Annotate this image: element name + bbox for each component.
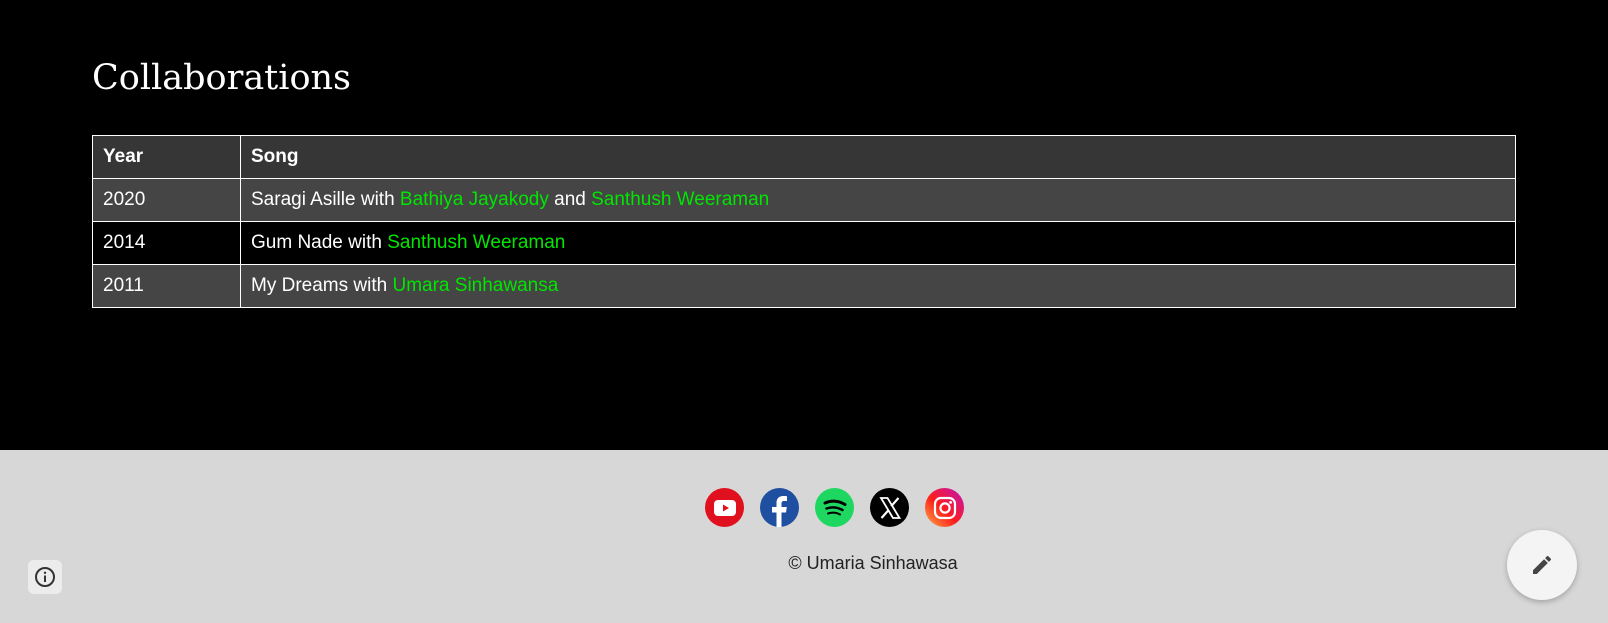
table-row: 2011 My Dreams with Umara Sinhawansa [92, 264, 1516, 308]
facebook-icon[interactable] [760, 488, 799, 527]
info-button[interactable] [28, 560, 62, 594]
with-text: with [355, 189, 400, 210]
song-title: My Dreams [251, 275, 349, 296]
table-header-row: Year Song [92, 135, 1516, 179]
column-header-year: Year [92, 135, 241, 179]
artist-link-santhush-weeraman[interactable]: Santhush Weeraman [387, 232, 565, 253]
song-cell: My Dreams with Umara Sinhawansa [240, 264, 1516, 308]
artist-link-santhush-weeraman[interactable]: Santhush Weeraman [591, 189, 769, 210]
youtube-icon[interactable] [705, 488, 744, 527]
and-text: and [548, 189, 592, 210]
with-text: with [348, 275, 393, 296]
year-cell: 2020 [92, 178, 241, 222]
instagram-icon[interactable] [925, 488, 964, 527]
with-text: with [342, 232, 388, 253]
table-row: 2014 Gum Nade with Santhush Weeraman [92, 221, 1516, 265]
artist-link-umara-sinhawansa[interactable]: Umara Sinhawansa [392, 275, 558, 296]
main-section: Collaborations Year Song 2020 Saragi Asi… [0, 0, 1608, 450]
collaborations-table: Year Song 2020 Saragi Asille with Bathiy… [92, 135, 1516, 308]
year-cell: 2014 [92, 221, 241, 265]
table-row: 2020 Saragi Asille with Bathiya Jayakody… [92, 178, 1516, 222]
song-cell: Gum Nade with Santhush Weeraman [240, 221, 1516, 265]
x-icon[interactable] [870, 488, 909, 527]
edit-button[interactable] [1507, 530, 1577, 600]
section-title: Collaborations [92, 58, 352, 98]
info-icon [35, 567, 55, 587]
year-cell: 2011 [92, 264, 241, 308]
song-title: Gum Nade [251, 232, 343, 253]
song-title: Saragi Asille [251, 189, 356, 210]
column-header-song: Song [240, 135, 1516, 179]
social-links [705, 488, 964, 527]
pencil-icon [1533, 555, 1552, 574]
footer: © Umaria Sinhawasa [0, 450, 1608, 623]
song-cell: Saragi Asille with Bathiya Jayakody and … [240, 178, 1516, 222]
artist-link-bathiya-jayakody[interactable]: Bathiya Jayakody [400, 189, 549, 210]
copyright-text: © Umaria Sinhawasa [788, 553, 958, 573]
spotify-icon[interactable] [815, 488, 854, 527]
